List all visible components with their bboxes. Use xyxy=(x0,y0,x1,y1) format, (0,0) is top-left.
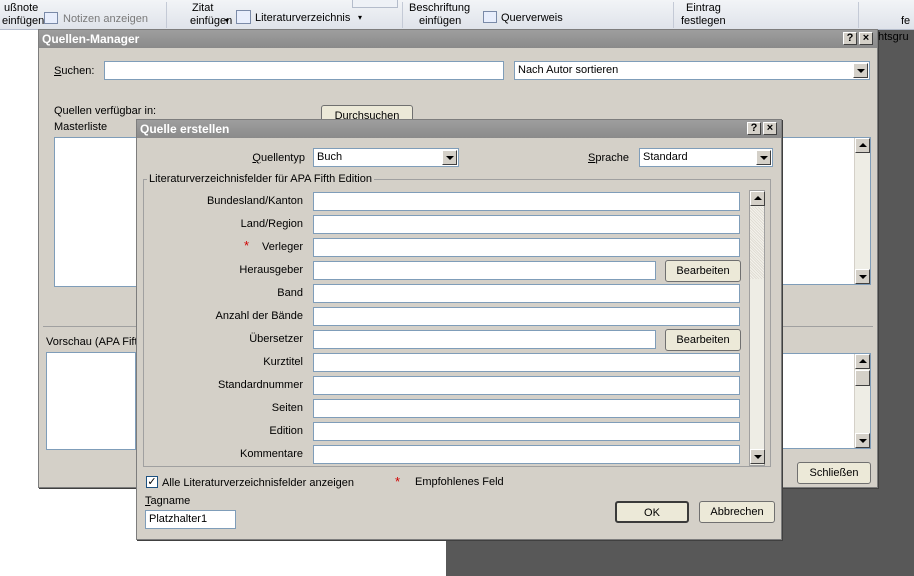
field-input[interactable] xyxy=(313,261,656,280)
create-source-dialog: Quelle erstellen ? × Quellentyp Buch Spr… xyxy=(136,119,782,540)
ok-button[interactable]: OK xyxy=(615,501,689,523)
close-icon[interactable]: × xyxy=(763,122,777,135)
source-manager-titlebar: Quellen-Manager ? × xyxy=(39,30,877,48)
bibliography-button[interactable]: Literaturverzeichnis xyxy=(255,12,350,24)
footnote-label-1[interactable]: ußnote xyxy=(4,2,38,14)
field-input[interactable] xyxy=(313,353,740,372)
insert-caption-label-1[interactable]: Beschriftung xyxy=(409,2,470,14)
preview-scrollbar[interactable] xyxy=(854,354,870,448)
language-select[interactable]: Standard xyxy=(639,148,773,167)
field-input[interactable] xyxy=(313,284,740,303)
field-label: Land/Region xyxy=(240,218,303,230)
footnote-label-2[interactable]: einfügen xyxy=(2,15,44,27)
ribbon: ußnote einfügen Notizen anzeigen Zitat e… xyxy=(0,0,914,43)
mark-entry-label-1[interactable]: Eintrag xyxy=(686,2,721,14)
cross-reference-button[interactable]: Querverweis xyxy=(501,12,563,24)
field-label: Standardnummer xyxy=(218,379,303,391)
sort-select[interactable]: Nach Autor sortieren xyxy=(514,61,870,80)
field-input[interactable] xyxy=(313,422,740,441)
language-value: Standard xyxy=(643,151,688,163)
source-manager-title: Quellen-Manager xyxy=(42,32,140,46)
preview-label: Vorschau (APA Fift xyxy=(46,336,138,348)
scroll-up-icon[interactable] xyxy=(855,138,870,153)
sources-available-label: Quellen verfügbar in: xyxy=(54,105,157,117)
search-input[interactable] xyxy=(104,61,504,80)
masterlist-label: Masterliste xyxy=(54,121,108,133)
close-button[interactable]: Schließen xyxy=(797,462,871,484)
cancel-button[interactable]: Abbrechen xyxy=(699,501,775,523)
bibliography-icon[interactable] xyxy=(236,10,251,24)
scroll-track[interactable] xyxy=(750,207,764,279)
field-label: Kurztitel xyxy=(263,356,303,368)
field-input[interactable] xyxy=(313,399,740,418)
field-label: Übersetzer xyxy=(249,333,303,345)
field-label: Kommentare xyxy=(240,448,303,460)
field-label: Bundesland/Kanton xyxy=(206,195,303,207)
preview-box xyxy=(46,352,136,450)
field-input[interactable] xyxy=(313,307,740,326)
create-source-titlebar: Quelle erstellen ? × xyxy=(137,120,781,138)
chevron-down-icon[interactable]: ▾ xyxy=(358,12,362,24)
bibliography-fields-group-label: Literaturverzeichnisfelder für APA Fifth… xyxy=(147,172,374,186)
search-label: Suchen: xyxy=(54,65,95,77)
sort-value: Nach Autor sortieren xyxy=(518,64,619,76)
current-list-scrollbar[interactable] xyxy=(854,138,870,284)
tagname-input[interactable]: Platzhalter1 xyxy=(145,510,236,529)
chevron-down-icon[interactable]: ▾ xyxy=(225,15,229,27)
field-label: Seiten xyxy=(271,402,303,414)
current-list-listbox[interactable] xyxy=(779,137,871,285)
show-all-fields-label[interactable]: Alle Literaturverzeichnisfelder anzeigen xyxy=(162,476,354,490)
scroll-down-icon[interactable] xyxy=(855,269,870,284)
field-label: Verleger xyxy=(262,241,303,253)
field-input[interactable] xyxy=(313,330,656,349)
show-notes-button[interactable]: Notizen anzeigen xyxy=(63,13,148,25)
close-icon[interactable]: × xyxy=(859,32,873,45)
source-type-value: Buch xyxy=(317,151,343,163)
recommended-star-icon: * xyxy=(395,474,401,489)
field-label: Edition xyxy=(269,425,303,437)
insert-citation-label-1[interactable]: Zitat xyxy=(192,2,213,14)
edit-editor-button[interactable]: Bearbeiten xyxy=(665,260,741,282)
chevron-down-icon[interactable] xyxy=(853,63,868,78)
scroll-down-icon[interactable] xyxy=(750,449,765,464)
ribbon-control[interactable] xyxy=(352,0,398,8)
field-input[interactable] xyxy=(313,238,740,257)
fields-scrollbar[interactable] xyxy=(749,190,765,466)
cross-reference-icon[interactable] xyxy=(483,11,497,23)
insert-caption-label-2[interactable]: einfügen xyxy=(419,15,461,27)
language-label: Sprache xyxy=(588,152,629,164)
field-label: Band xyxy=(277,287,303,299)
mark-entry-label-2[interactable]: festlegen xyxy=(681,15,726,27)
field-input[interactable] xyxy=(313,192,740,211)
preview-right-box xyxy=(779,353,871,449)
scroll-up-icon[interactable] xyxy=(855,354,870,369)
source-type-select[interactable]: Buch xyxy=(313,148,459,167)
field-input[interactable] xyxy=(313,376,740,395)
ribbon-right-label-1[interactable]: fe xyxy=(901,15,910,27)
notes-icon[interactable] xyxy=(44,12,58,24)
field-input[interactable] xyxy=(313,215,740,234)
chevron-down-icon[interactable] xyxy=(442,150,457,165)
edit-translator-button[interactable]: Bearbeiten xyxy=(665,329,741,351)
scroll-thumb[interactable] xyxy=(855,370,870,386)
help-button[interactable]: ? xyxy=(747,122,761,135)
field-input[interactable] xyxy=(313,445,740,464)
scroll-down-icon[interactable] xyxy=(855,433,870,448)
field-label: Anzahl der Bände xyxy=(215,310,303,322)
create-source-title: Quelle erstellen xyxy=(140,122,230,136)
help-button[interactable]: ? xyxy=(843,32,857,45)
scroll-up-icon[interactable] xyxy=(750,191,765,206)
tagname-label: Tagname xyxy=(145,495,191,507)
recommended-field-label: Empfohlenes Feld xyxy=(415,476,504,488)
ribbon-right-label-2[interactable]: htsgru xyxy=(878,31,909,43)
show-all-fields-checkbox[interactable]: ✓ xyxy=(146,476,158,488)
masterlist-listbox[interactable] xyxy=(54,137,144,287)
source-type-label: Quellentyp xyxy=(252,152,305,164)
chevron-down-icon[interactable] xyxy=(756,150,771,165)
field-label: Herausgeber xyxy=(239,264,303,276)
